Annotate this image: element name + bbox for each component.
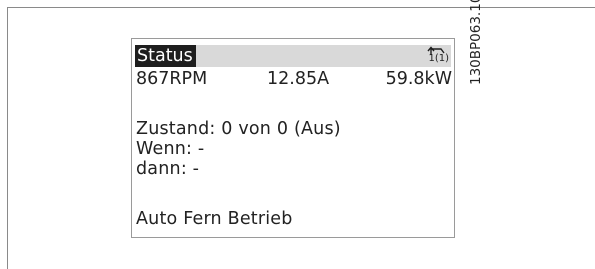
- state-line: Zustand: 0 von 0 (Aus): [136, 119, 341, 139]
- lcp-display: Status 1(1) 867RPM 12.85A 59.8kW Zustand…: [131, 38, 455, 238]
- part-number: 130BP063.10: [468, 0, 484, 85]
- power-readout: 59.8kW: [385, 69, 452, 89]
- frame-left-border: [7, 7, 8, 269]
- return-arrow-icon: 1(1): [423, 45, 449, 67]
- current-readout: 12.85A: [267, 69, 330, 89]
- title-bar: Status 1(1): [135, 45, 451, 67]
- frame-top-border: [7, 7, 595, 8]
- when-line: Wenn: -: [136, 139, 205, 159]
- then-line: dann: -: [136, 159, 200, 179]
- operation-mode-line: Auto Fern Betrieb: [136, 209, 293, 229]
- display-title: Status: [135, 45, 196, 67]
- menu-index: 1(1): [428, 53, 449, 64]
- speed-readout: 867RPM: [136, 69, 208, 89]
